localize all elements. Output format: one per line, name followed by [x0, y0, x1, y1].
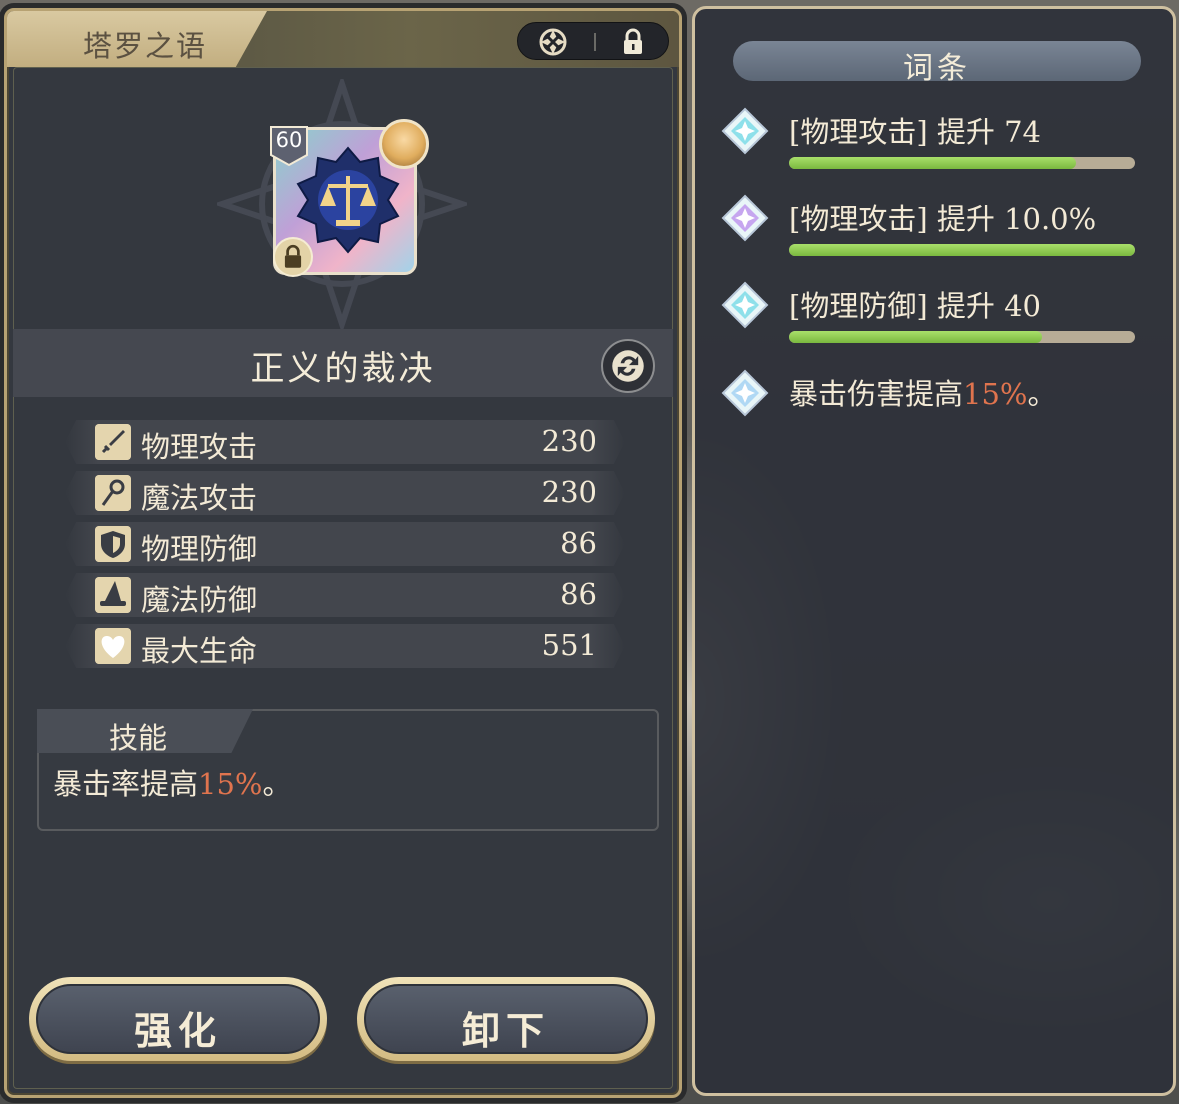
special-affix-text: 暴击伤害提高15%。 [789, 371, 1057, 413]
header-actions [517, 22, 669, 60]
sword-icon [95, 424, 131, 460]
stat-value: 551 [541, 628, 597, 662]
affix-text: [物理防御] 提升 40 [789, 289, 1041, 323]
stat-label: 最大生命 [141, 634, 258, 668]
stat-row: 最大生命 551 [65, 624, 625, 668]
affix-text: [物理攻击] 提升 74 [789, 115, 1041, 149]
affix-progress-bar [789, 157, 1135, 169]
heart-icon [95, 628, 131, 664]
stat-row: 魔法攻击 230 [65, 471, 625, 515]
stat-label: 魔法防御 [141, 583, 258, 617]
enhance-button-face: 强化 [36, 984, 320, 1054]
shield-icon [95, 526, 131, 562]
gem-icon [721, 281, 769, 329]
skill-description: 暴击率提高15%。 [53, 761, 292, 803]
skill-desc-suffix: 。 [262, 767, 292, 801]
affix-progress-bar [789, 244, 1135, 256]
affix-progress-bar [789, 331, 1135, 343]
stat-label: 物理防御 [141, 532, 258, 566]
enhance-button[interactable]: 强化 [29, 977, 327, 1061]
unequip-button-label: 卸下 [461, 1008, 550, 1053]
stat-row: 物理防御 86 [65, 522, 625, 566]
skill-desc-value: 15% [198, 767, 263, 801]
wizard-hat-icon [95, 577, 131, 613]
stat-value: 86 [560, 526, 597, 560]
stat-row: 魔法防御 86 [65, 573, 625, 617]
affix-panel: 词条 [物理攻击] 提升 74 [物理攻击] 提升 10.0% [物理防御] 提… [692, 6, 1176, 1096]
special-affix-value: 15% [963, 377, 1028, 411]
item-name-row: 正义的裁决 [13, 329, 673, 397]
special-affix-prefix: 暴击伤害提高 [789, 377, 964, 411]
card-level: 60 [275, 128, 303, 152]
affix-text: [物理攻击] 提升 10.0% [789, 202, 1097, 236]
lock-icon[interactable] [622, 28, 644, 56]
stat-row: 物理攻击 230 [65, 420, 625, 464]
item-name: 正义的裁决 [250, 349, 436, 389]
stat-value: 230 [541, 424, 597, 458]
gem-icon [721, 107, 769, 155]
affix-header: 词条 [733, 41, 1141, 86]
staff-icon [95, 475, 131, 511]
affix-progress-fill [789, 244, 1135, 256]
affix-progress-fill [789, 331, 1042, 343]
skill-title: 技能 [109, 721, 168, 755]
special-affix-suffix: 。 [1027, 377, 1057, 411]
equipment-detail-panel: 塔罗之语 60 正义的裁决 物理攻击 230 魔法攻击 230 物理防御 86 … [4, 8, 682, 1098]
skill-box: 技能 暴击率提高15%。 [37, 709, 659, 831]
enhance-button-label: 强化 [133, 1008, 222, 1053]
affix-progress-fill [789, 157, 1077, 169]
close-icon[interactable] [538, 27, 568, 57]
gem-icon [721, 194, 769, 242]
card-lock-icon [273, 237, 313, 277]
panel-title: 塔罗之语 [83, 29, 208, 63]
stat-label: 魔法攻击 [141, 481, 258, 515]
avatar [379, 119, 429, 169]
skill-desc-prefix: 暴击率提高 [53, 767, 199, 801]
unequip-button-face: 卸下 [364, 984, 648, 1054]
affix-header-title: 词条 [903, 51, 971, 86]
stat-value: 86 [560, 577, 597, 611]
panel-header: 塔罗之语 [7, 11, 679, 67]
gem-icon [721, 369, 769, 417]
stat-label: 物理攻击 [141, 430, 258, 464]
unequip-button[interactable]: 卸下 [357, 977, 655, 1061]
swap-button[interactable] [601, 339, 655, 393]
divider [594, 33, 596, 51]
stat-value: 230 [541, 475, 597, 509]
